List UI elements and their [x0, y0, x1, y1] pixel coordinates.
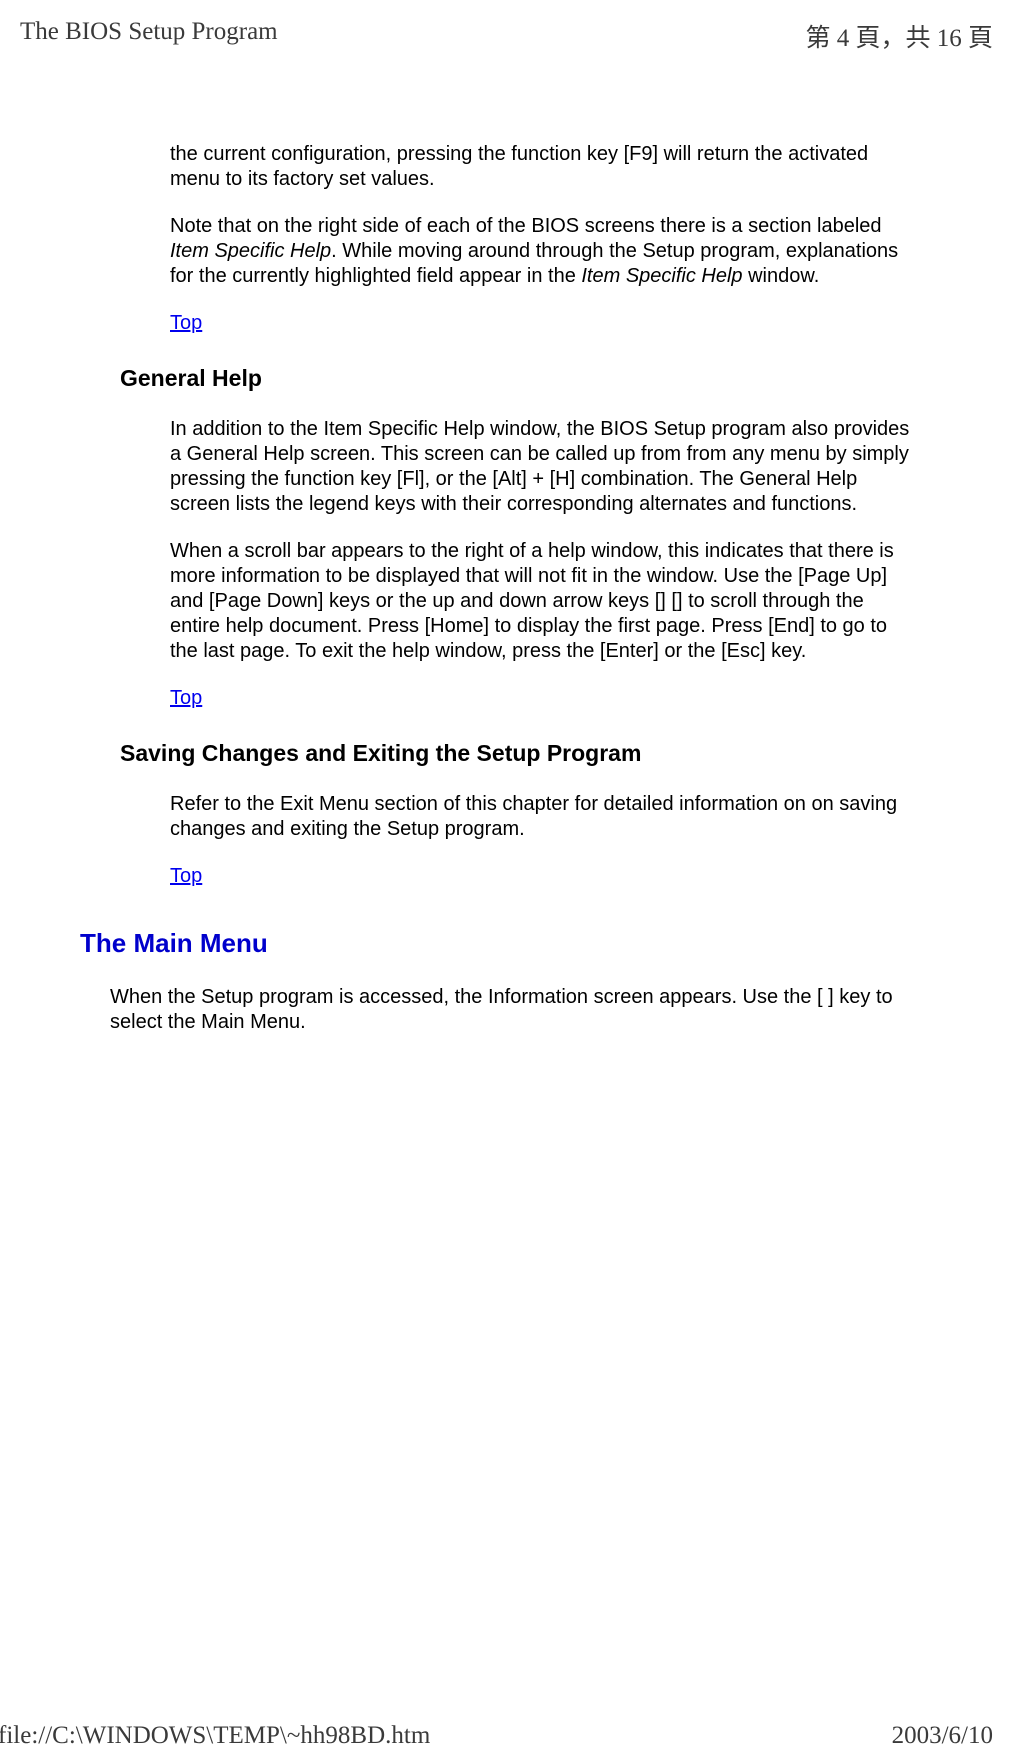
top-link[interactable]: Top	[170, 686, 202, 711]
heading-main-menu: The Main Menu	[80, 927, 913, 960]
text-fragment: Note that on the right side of each of t…	[170, 215, 882, 237]
general-help-para-2: When a scroll bar appears to the right o…	[170, 539, 913, 664]
main-menu-para-1: When the Setup program is accessed, the …	[110, 985, 913, 1035]
top-link[interactable]: Top	[170, 311, 202, 336]
page-indicator: 第 4 頁，共 16 頁	[805, 18, 993, 54]
text-italic: Item Specific Help	[581, 265, 742, 287]
intro-para-1: the current configuration, pressing the …	[170, 142, 913, 192]
heading-saving-changes: Saving Changes and Exiting the Setup Pro…	[120, 739, 913, 768]
saving-para-1: Refer to the Exit Menu section of this c…	[170, 792, 913, 842]
general-help-para-1: In addition to the Item Specific Help wi…	[170, 417, 913, 517]
heading-general-help: General Help	[120, 364, 913, 393]
text-fragment: ] [	[660, 590, 677, 612]
text-fragment: window.	[743, 265, 820, 287]
footer-date: 2003/6/10	[892, 1722, 993, 1750]
intro-para-2: Note that on the right side of each of t…	[170, 214, 913, 289]
page-title: The BIOS Setup Program	[20, 18, 278, 54]
footer-path: file://C:\WINDOWS\TEMP\~hh98BD.htm	[0, 1722, 430, 1750]
text-fragment: When the Setup program is accessed, the …	[110, 986, 828, 1008]
top-link[interactable]: Top	[170, 864, 202, 889]
text-italic: Item Specific Help	[170, 240, 331, 262]
